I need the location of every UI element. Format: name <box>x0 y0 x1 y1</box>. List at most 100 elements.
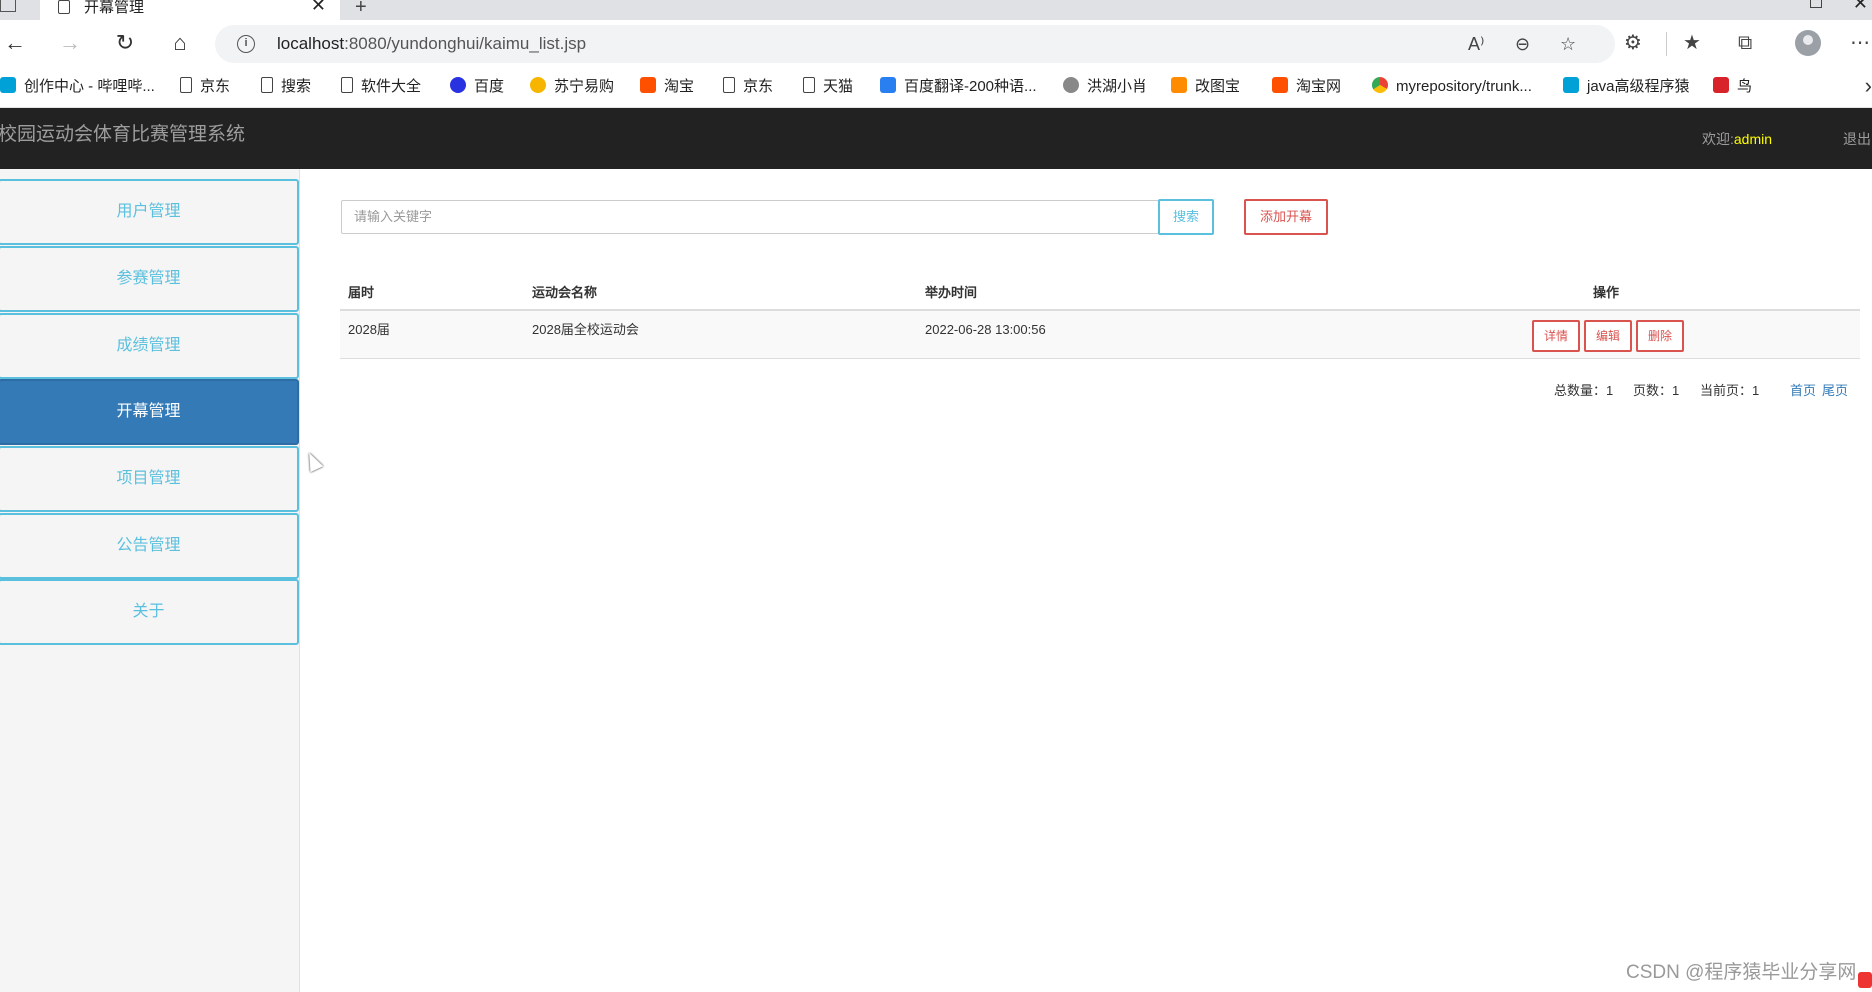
bookmark-item[interactable]: 京东 <box>180 77 230 97</box>
bookmark-label: 创作中心 - 哔哩哔... <box>24 78 155 95</box>
refresh-icon[interactable]: ↻ <box>111 30 139 56</box>
bookmark-label: 天猫 <box>823 78 854 95</box>
bookmark-item[interactable]: 苏宁易购 <box>530 77 614 97</box>
welcome-label: 欢迎: <box>1702 131 1734 147</box>
back-arrow-icon[interactable]: ← <box>1 30 29 56</box>
search-input[interactable]: 请输入关键字 <box>341 200 1159 234</box>
bookmark-item[interactable]: 百度 <box>450 77 504 97</box>
sidebar-item-participants[interactable]: 参赛管理 <box>0 246 299 312</box>
bookmark-label: 京东 <box>200 78 231 95</box>
chevron-right-icon[interactable]: › <box>1865 75 1872 97</box>
extensions-icon[interactable]: ⚙ <box>1624 32 1642 54</box>
bookmark-label: myrepository/trunk... <box>1396 78 1532 95</box>
bookmark-label: 软件大全 <box>361 78 422 95</box>
bookmark-item[interactable]: 改图宝 <box>1171 77 1240 97</box>
page-icon <box>803 77 815 93</box>
bookmark-item[interactable]: myrepository/trunk... <box>1372 77 1532 97</box>
tab-close-icon[interactable]: ✕ <box>311 0 326 14</box>
sidebar: 用户管理 参赛管理 成绩管理 开幕管理 项目管理 公告管理 关于 <box>0 169 300 992</box>
logout-link[interactable]: 退出 <box>1843 130 1871 148</box>
username: admin <box>1733 131 1773 147</box>
pager-current: 当前页：1 <box>1700 383 1760 398</box>
bookmark-item[interactable]: 淘宝网 <box>1272 77 1341 97</box>
suning-icon <box>530 77 546 93</box>
zoom-out-icon[interactable]: ⊖ <box>1515 34 1530 54</box>
add-opening-button[interactable]: 添加开幕 <box>1244 199 1328 235</box>
app-header: 校园运动会体育比赛管理系统 欢迎:admin 退出 <box>0 108 1872 169</box>
mouse-cursor-icon <box>302 449 324 473</box>
sidebar-toggle-icon[interactable] <box>0 0 16 12</box>
window-restore-icon[interactable] <box>1810 0 1822 8</box>
bookmark-label: 改图宝 <box>1195 78 1241 95</box>
bookmarks-bar: 创作中心 - 哔哩哔... 京东 搜索 软件大全 百度 苏宁易购 淘宝 京东 天… <box>0 66 1872 108</box>
forward-arrow-icon[interactable]: → <box>56 30 84 56</box>
taobao-icon <box>1272 77 1288 93</box>
favorites-icon[interactable]: ★ <box>1683 32 1701 54</box>
bookmark-label: 淘宝 <box>664 78 695 95</box>
pager-total: 总数量：1 <box>1554 383 1614 398</box>
search-button[interactable]: 搜索 <box>1158 199 1214 235</box>
delete-button[interactable]: 删除 <box>1636 320 1684 352</box>
sidebar-item-scores[interactable]: 成绩管理 <box>0 313 299 379</box>
detail-button[interactable]: 详情 <box>1532 320 1580 352</box>
page-icon <box>723 77 735 93</box>
home-icon[interactable]: ⌂ <box>166 30 194 56</box>
bookmark-item[interactable]: java高级程序猿 <box>1563 77 1690 97</box>
page-icon <box>58 0 70 14</box>
bird-icon <box>1063 77 1079 93</box>
collections-icon[interactable]: ⧉ <box>1738 32 1752 54</box>
page-icon <box>180 77 192 93</box>
sidebar-item-opening[interactable]: 开幕管理 <box>0 379 299 445</box>
pager-pages: 页数：1 <box>1633 383 1680 398</box>
pager-last-link[interactable]: 尾页 <box>1822 382 1848 400</box>
page-icon <box>261 77 273 93</box>
bookmark-item[interactable]: 京东 <box>723 77 773 97</box>
window-close-icon[interactable]: ✕ <box>1853 0 1868 12</box>
pager-first-link[interactable]: 首页 <box>1790 382 1816 400</box>
bookmark-item[interactable]: 洪湖小肖 <box>1063 77 1147 97</box>
more-menu-icon[interactable]: ⋯ <box>1850 32 1870 54</box>
new-tab-icon[interactable]: + <box>355 0 367 17</box>
column-header: 举办时间 <box>925 285 978 300</box>
app-title[interactable]: 校园运动会体育比赛管理系统 <box>0 123 245 147</box>
url-path: :8080/yundonghui/kaimu_list.jsp <box>344 34 587 53</box>
bookmark-item[interactable]: 搜索 <box>261 77 311 97</box>
bookmark-item[interactable]: 天猫 <box>803 77 853 97</box>
sidebar-item-notices[interactable]: 公告管理 <box>0 513 299 579</box>
browser-tab-active[interactable]: 开幕管理 ✕ <box>40 0 340 20</box>
cell-time: 2022-06-28 13:00:56 <box>925 322 1046 337</box>
sidebar-item-users[interactable]: 用户管理 <box>0 179 299 245</box>
bookmark-label: 洪湖小肖 <box>1087 78 1148 95</box>
read-aloud-icon[interactable]: A⁾ <box>1468 34 1484 54</box>
sidebar-item-about[interactable]: 关于 <box>0 579 299 645</box>
info-icon[interactable]: i <box>237 35 255 53</box>
bookmark-item[interactable]: 鸟 <box>1713 77 1752 97</box>
gaitubao-icon <box>1171 77 1187 93</box>
bookmark-label: 鸟 <box>1737 78 1753 95</box>
browser-toolbar: ← → ↻ ⌂ i localhost:8080/yundonghui/kaim… <box>0 20 1872 66</box>
column-header: 操作 <box>1593 285 1620 300</box>
bookmark-label: 苏宁易购 <box>554 78 615 95</box>
bookmark-item[interactable]: 创作中心 - 哔哩哔... <box>0 77 155 97</box>
cell-session: 2028届 <box>348 322 390 337</box>
bird-red-icon <box>1713 77 1729 93</box>
favorite-add-icon[interactable]: ☆ <box>1560 34 1576 54</box>
edit-button[interactable]: 编辑 <box>1584 320 1632 352</box>
opening-table: 届时 运动会名称 举办时间 操作 2028届 2028届全校运动会 2022-0… <box>340 278 1860 359</box>
profile-avatar-icon[interactable] <box>1795 30 1821 56</box>
bookmark-item[interactable]: 软件大全 <box>341 77 421 97</box>
bookmark-label: 百度翻译-200种语... <box>904 78 1037 95</box>
sidebar-item-events[interactable]: 项目管理 <box>0 446 299 512</box>
toolbar-divider <box>1666 32 1667 56</box>
url-text[interactable]: localhost:8080/yundonghui/kaimu_list.jsp <box>277 35 586 53</box>
column-header: 运动会名称 <box>532 285 598 300</box>
bookmark-item[interactable]: 淘宝 <box>640 77 694 97</box>
page-icon <box>341 77 353 93</box>
welcome-text: 欢迎:admin <box>1702 130 1772 148</box>
address-bar[interactable]: i localhost:8080/yundonghui/kaimu_list.j… <box>215 25 1615 63</box>
fanyi-icon <box>880 77 896 93</box>
bookmark-label: 百度 <box>474 78 505 95</box>
bookmark-item[interactable]: 百度翻译-200种语... <box>880 77 1037 97</box>
table-header: 届时 运动会名称 举办时间 操作 <box>340 278 1860 311</box>
url-host: localhost <box>277 34 345 53</box>
